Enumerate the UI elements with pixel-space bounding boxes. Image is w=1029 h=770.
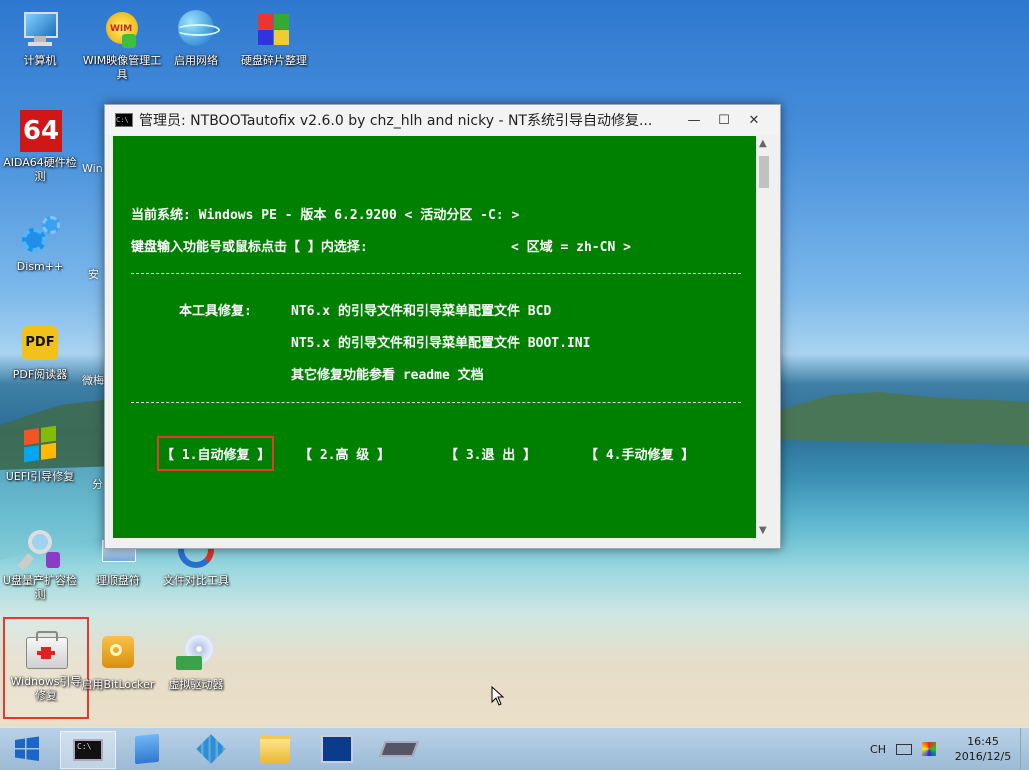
taskbar-folder-button[interactable] <box>248 731 302 767</box>
desktop-icon-aida64[interactable]: 64 AIDA64硬件检测 <box>0 110 80 184</box>
taskbar-app-cubes-button[interactable] <box>184 731 238 767</box>
desktop-icon-wim[interactable]: WIM WIM映像管理工具 <box>82 8 162 82</box>
scroll-thumb[interactable] <box>759 156 769 188</box>
scroll-up-icon[interactable]: ▲ <box>759 138 767 149</box>
desktop-icon-network[interactable]: 启用网络 <box>156 8 236 68</box>
mouse-cursor-icon <box>491 686 505 706</box>
desktop-icon-computer[interactable]: 计算机 <box>0 8 80 68</box>
maximize-button[interactable]: ☐ <box>709 109 739 131</box>
system-tray: CH 16:45 2016/12/5 <box>870 728 1029 770</box>
repair-item-nt5: NT5.x 的引导文件和引导菜单配置文件 BOOT.INI <box>291 336 591 351</box>
taskbar-explorer-button[interactable] <box>120 731 174 767</box>
option-exit[interactable]: 【 3.退 出 】 <box>445 444 536 463</box>
clock-time: 16:45 <box>967 735 999 748</box>
desktop-icon-uefi[interactable]: UEFI引导修复 <box>0 424 80 484</box>
separator-top <box>131 273 741 274</box>
desktop-icon-windows-boot-repair[interactable]: Widnows引导修复 <box>3 617 89 719</box>
console-area: 当前系统: Windows PE - 版本 6.2.9200 < 活动分区 -C… <box>113 136 756 538</box>
partial-label-4: 分 <box>92 478 103 491</box>
ntbootautofix-window[interactable]: C:\ 管理员: NTBOOTautofix v2.6.0 by chz_hlh… <box>104 104 781 549</box>
desktop-icon-bitlocker[interactable]: 启用BitLocker <box>78 632 158 692</box>
dism-icon <box>18 214 62 258</box>
minimize-button[interactable]: — <box>679 109 709 131</box>
region-line: < 区域 = zh-CN > <box>511 240 631 255</box>
repair-label: 本工具修复: <box>179 304 252 319</box>
pdf-icon: PDF <box>18 322 62 366</box>
usb-check-icon <box>17 528 62 572</box>
virtual-drive-icon <box>174 632 218 676</box>
cubes-icon <box>196 734 226 764</box>
keyboard-icon[interactable] <box>896 743 912 755</box>
cmd-window-icon: C:\ <box>73 739 103 761</box>
partial-label-2: 安 <box>88 268 99 281</box>
current-system-line: 当前系统: Windows PE - 版本 6.2.9200 < 活动分区 -C… <box>131 208 520 223</box>
bitlocker-icon <box>96 632 140 676</box>
partial-label-1: Win <box>82 162 103 175</box>
aida64-icon: 64 <box>18 110 62 154</box>
taskbar-cmd-button[interactable]: C:\ <box>60 731 116 769</box>
desktop-icon-virtual-drive[interactable]: 虚拟驱动器 <box>156 632 236 692</box>
wim-icon: WIM <box>100 8 144 52</box>
option-manual-repair[interactable]: 【 4.手动修复 】 <box>585 444 694 463</box>
prompt-line: 键盘输入功能号或鼠标点击【 】内选择: <box>131 240 368 255</box>
repair-item-other: 其它修复功能参看 readme 文档 <box>291 368 484 383</box>
folder-icon <box>260 735 290 763</box>
vertical-scrollbar[interactable]: ▲ ▼ <box>756 136 772 538</box>
clock-date: 2016/12/5 <box>954 750 1012 763</box>
taskbar-memory-button[interactable] <box>372 731 426 767</box>
repair-item-nt6: NT6.x 的引导文件和引导菜单配置文件 BCD <box>291 304 552 319</box>
desktop-icon-pdf[interactable]: PDF PDF阅读器 <box>0 322 80 382</box>
scroll-down-icon[interactable]: ▼ <box>759 525 767 536</box>
memory-chip-icon <box>379 741 419 757</box>
desktop-icon-defrag[interactable]: 硬盘碎片整理 <box>234 8 314 68</box>
network-icon <box>174 8 220 52</box>
computer-icon <box>18 8 62 52</box>
taskbar: C:\ CH 16:45 2016/12/5 <box>0 727 1029 770</box>
desktop-icon-usb-check[interactable]: U盘量产扩容检测 <box>0 528 80 602</box>
separator-bottom <box>131 402 741 403</box>
window-titlebar[interactable]: C:\ 管理员: NTBOOTautofix v2.6.0 by chz_hlh… <box>105 105 780 135</box>
blue-window-icon <box>135 733 159 765</box>
window-title: 管理员: NTBOOTautofix v2.6.0 by chz_hlh and… <box>139 113 653 129</box>
display-settings-icon[interactable] <box>922 742 936 756</box>
taskbar-monitor-button[interactable] <box>310 731 364 767</box>
option-auto-repair[interactable]: 【 1.自动修复 】 <box>156 436 275 471</box>
monitor-app-icon <box>321 735 353 763</box>
option-advanced[interactable]: 【 2.高 级 】 <box>299 444 390 463</box>
toolbox-icon <box>24 629 68 673</box>
partial-label-3: 微梅 <box>82 374 104 387</box>
maximize-icon: ☐ <box>718 112 730 128</box>
cmd-icon: C:\ <box>115 113 133 127</box>
show-desktop-button[interactable] <box>1020 728 1029 770</box>
input-language[interactable]: CH <box>870 743 886 756</box>
close-icon: ✕ <box>748 112 760 128</box>
clock[interactable]: 16:45 2016/12/5 <box>946 734 1020 764</box>
uefi-icon <box>18 424 62 468</box>
windows-logo-icon <box>15 736 39 761</box>
close-button[interactable]: ✕ <box>739 109 769 131</box>
defrag-icon <box>252 8 296 52</box>
start-button[interactable] <box>0 731 54 767</box>
desktop-icon-dism[interactable]: Dism++ <box>0 214 80 274</box>
minimize-icon: — <box>687 112 701 128</box>
